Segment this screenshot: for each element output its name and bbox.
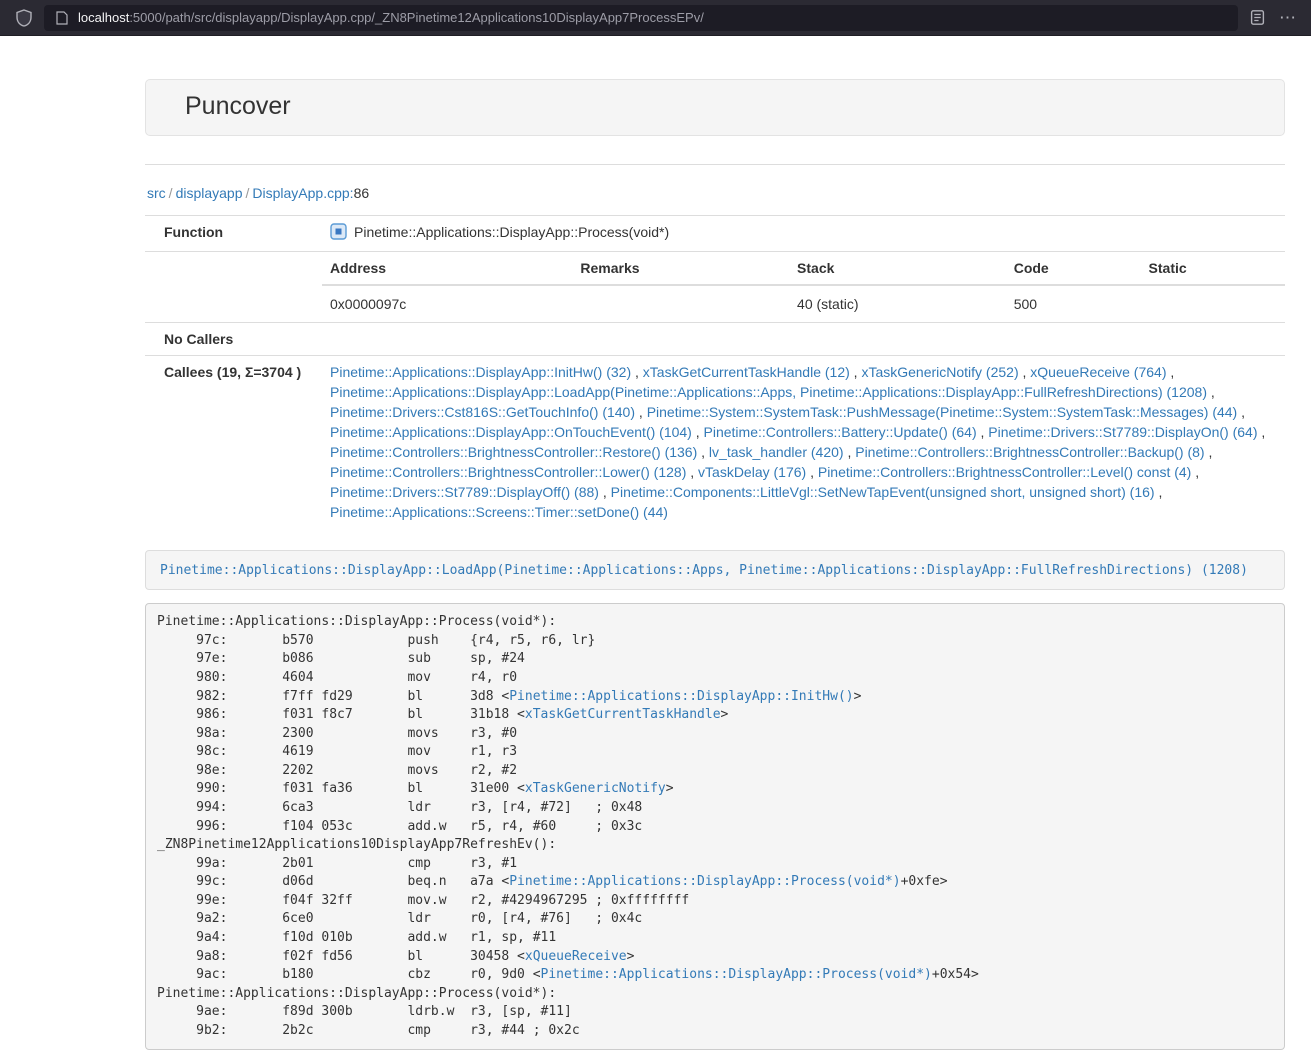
no-callers-label: No Callers <box>145 323 322 356</box>
callee-link[interactable]: Pinetime::Applications::DisplayApp::OnTo… <box>330 424 692 440</box>
breadcrumb-line-number: 86 <box>354 185 370 201</box>
callee-link[interactable]: Pinetime::Applications::Screens::Timer::… <box>330 504 668 520</box>
callee-link[interactable]: Pinetime::Controllers::BrightnessControl… <box>330 444 697 460</box>
app-header: Puncover <box>145 79 1285 136</box>
function-table: Function Pinetime::Applications::Display… <box>145 215 1285 528</box>
stats-header-address: Address <box>322 252 572 285</box>
stats-row: Address Remarks Stack Code Static 0x0000… <box>145 252 1285 323</box>
url-host: localhost <box>78 10 129 25</box>
page-icon-glyph <box>56 11 68 25</box>
url-path: :5000/path/src/displayapp/DisplayApp.cpp… <box>129 10 704 25</box>
stats-header-row: Address Remarks Stack Code Static <box>322 252 1285 285</box>
browser-toolbar: localhost:5000/path/src/displayapp/Displ… <box>0 0 1311 36</box>
stats-cell: Address Remarks Stack Code Static 0x0000… <box>322 252 1285 323</box>
callee-link[interactable]: Pinetime::Components::LittleVgl::SetNewT… <box>611 484 1155 500</box>
stats-value-row: 0x0000097c 40 (static) 500 <box>322 285 1285 322</box>
overflow-menu-glyph: ⋯ <box>1279 9 1297 26</box>
overflow-menu-icon[interactable]: ⋯ <box>1277 7 1299 28</box>
no-callers-cell <box>322 323 1285 356</box>
stats-value-remarks <box>572 285 789 322</box>
breadcrumb: src/displayapp/DisplayApp.cpp:86 <box>145 165 1285 213</box>
callee-link[interactable]: lv_task_handler (420) <box>709 444 844 460</box>
callee-link[interactable]: Pinetime::Controllers::BrightnessControl… <box>818 464 1191 480</box>
code-symbol-link[interactable]: Pinetime::Applications::DisplayApp::Init… <box>509 689 853 704</box>
stats-table: Address Remarks Stack Code Static 0x0000… <box>322 252 1285 322</box>
stats-value-static <box>1141 285 1285 322</box>
stats-header-code: Code <box>1006 252 1141 285</box>
callee-link[interactable]: Pinetime::Drivers::St7789::DisplayOff() … <box>330 484 599 500</box>
breadcrumb-separator: / <box>243 185 253 201</box>
callee-link[interactable]: Pinetime::Controllers::Battery::Update()… <box>704 424 977 440</box>
callee-link[interactable]: vTaskDelay (176) <box>698 464 806 480</box>
method-icon <box>330 223 347 245</box>
breadcrumb-src-link[interactable]: src <box>147 185 166 201</box>
shield-icon[interactable] <box>14 7 34 29</box>
callee-link[interactable]: xTaskGetCurrentTaskHandle (12) <box>643 364 850 380</box>
shield-icon-glyph <box>16 9 32 27</box>
code-symbol-link[interactable]: Pinetime::Applications::DisplayApp::Proc… <box>541 967 932 982</box>
code-symbol-link[interactable]: xTaskGetCurrentTaskHandle <box>525 707 721 722</box>
callee-link[interactable]: Pinetime::Drivers::St7789::DisplayOn() (… <box>988 424 1257 440</box>
reader-icon-glyph <box>1250 10 1265 25</box>
page-title: Puncover <box>185 92 1245 121</box>
stats-value-address: 0x0000097c <box>322 285 572 322</box>
callee-link[interactable]: Pinetime::Applications::DisplayApp::Load… <box>330 384 1207 400</box>
highlighted-symbol-link[interactable]: Pinetime::Applications::DisplayApp::Load… <box>160 563 1248 578</box>
page-container: Puncover src/displayapp/DisplayApp.cpp:8… <box>145 79 1285 1050</box>
function-row: Function Pinetime::Applications::Display… <box>145 216 1285 252</box>
callee-link[interactable]: xTaskGenericNotify (252) <box>861 364 1018 380</box>
function-row-label: Function <box>145 216 322 252</box>
callee-link[interactable]: Pinetime::Controllers::BrightnessControl… <box>855 444 1204 460</box>
method-icon-glyph <box>330 223 347 240</box>
highlighted-symbol-box: Pinetime::Applications::DisplayApp::Load… <box>145 550 1285 590</box>
callees-label: Callees (19, Σ=3704 ) <box>145 356 322 529</box>
stats-header-static: Static <box>1141 252 1285 285</box>
breadcrumb-displayapp-link[interactable]: displayapp <box>176 185 243 201</box>
code-symbol-link[interactable]: xQueueReceive <box>525 949 627 964</box>
disassembly-code: Pinetime::Applications::DisplayApp::Proc… <box>145 603 1285 1050</box>
stats-header-stack: Stack <box>789 252 1006 285</box>
reader-mode-icon[interactable] <box>1248 8 1267 27</box>
function-name-cell: Pinetime::Applications::DisplayApp::Proc… <box>322 216 1285 252</box>
callee-link[interactable]: Pinetime::Controllers::BrightnessControl… <box>330 464 686 480</box>
stats-header-remarks: Remarks <box>572 252 789 285</box>
breadcrumb-file-link[interactable]: DisplayApp.cpp: <box>252 185 353 201</box>
breadcrumb-separator: / <box>166 185 176 201</box>
stats-row-spacer <box>145 252 322 323</box>
url-bar[interactable]: localhost:5000/path/src/displayapp/Displ… <box>44 5 1238 31</box>
stats-value-stack: 40 (static) <box>789 285 1006 322</box>
callee-link[interactable]: Pinetime::Applications::DisplayApp::Init… <box>330 364 631 380</box>
page-info-icon[interactable] <box>54 9 70 27</box>
callee-link[interactable]: xQueueReceive (764) <box>1030 364 1166 380</box>
callee-link[interactable]: Pinetime::Drivers::Cst816S::GetTouchInfo… <box>330 404 635 420</box>
callees-row: Callees (19, Σ=3704 ) Pinetime::Applicat… <box>145 356 1285 529</box>
callees-list: Pinetime::Applications::DisplayApp::Init… <box>322 356 1285 529</box>
code-symbol-link[interactable]: Pinetime::Applications::DisplayApp::Proc… <box>509 874 900 889</box>
function-name: Pinetime::Applications::DisplayApp::Proc… <box>354 224 669 240</box>
url-text: localhost:5000/path/src/displayapp/Displ… <box>78 10 704 25</box>
code-symbol-link[interactable]: xTaskGenericNotify <box>525 781 666 796</box>
stats-value-code: 500 <box>1006 285 1141 322</box>
no-callers-row: No Callers <box>145 323 1285 356</box>
callee-link[interactable]: Pinetime::System::SystemTask::PushMessag… <box>647 404 1238 420</box>
